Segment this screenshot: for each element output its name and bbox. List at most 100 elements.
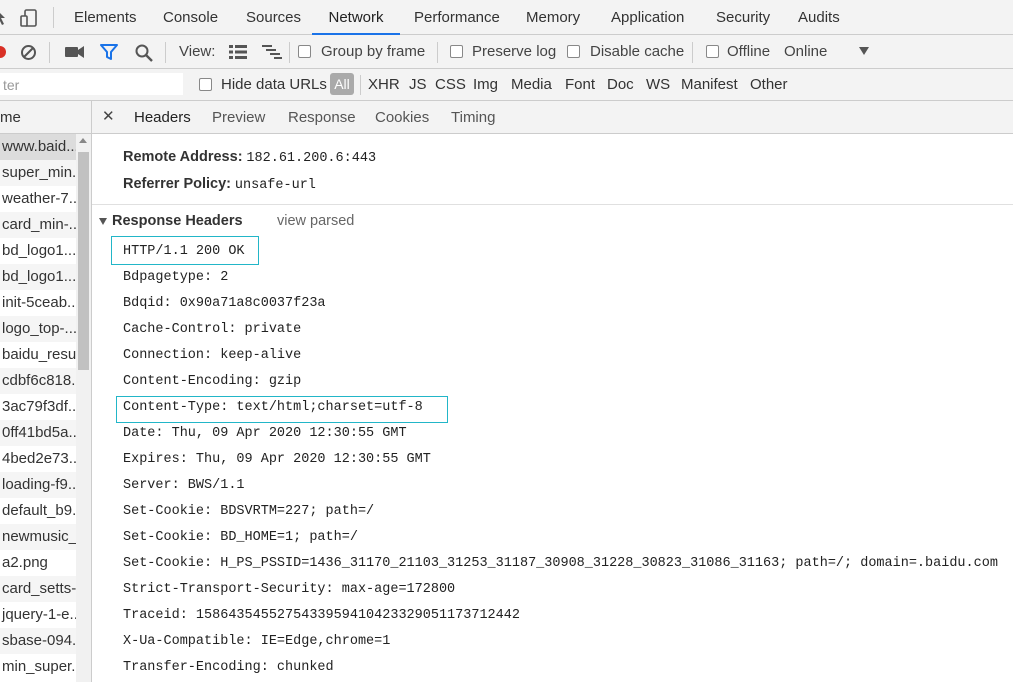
filter-type-media[interactable]: Media <box>511 69 552 101</box>
large-rows-icon[interactable] <box>229 45 247 59</box>
toolbar-divider <box>165 42 166 63</box>
tab-response[interactable]: Response <box>288 101 356 134</box>
list-item[interactable]: card_setts-... <box>0 576 76 602</box>
tab-elements[interactable]: Elements <box>74 0 137 35</box>
response-headers-toggle[interactable]: Response Headers <box>99 213 243 229</box>
list-item[interactable]: card_min-... <box>0 212 76 238</box>
tab-audits[interactable]: Audits <box>798 0 840 35</box>
toolbar-divider <box>692 42 693 63</box>
remote-address-row: Remote Address: 182.61.200.6:443 <box>123 148 376 166</box>
list-item[interactable]: super_min... <box>0 160 76 186</box>
list-item[interactable]: 3ac79f3df... <box>0 394 76 420</box>
list-item[interactable]: default_b9... <box>0 498 76 524</box>
toolbar-divider <box>53 7 54 28</box>
filter-type-other[interactable]: Other <box>750 69 788 101</box>
filter-type-js[interactable]: JS <box>409 69 427 101</box>
list-item[interactable]: newmusic_... <box>0 524 76 550</box>
name-column-header[interactable]: me <box>0 101 92 134</box>
list-item[interactable]: loading-f9... <box>0 472 76 498</box>
group-by-frame-label[interactable]: Group by frame <box>321 35 425 69</box>
list-item[interactable]: 0ff41bd5a... <box>0 420 76 446</box>
header-line: Set-Cookie: BD_HOME=1; path=/ <box>123 530 358 545</box>
screenshot-camera-icon[interactable] <box>65 45 85 59</box>
filter-funnel-icon[interactable] <box>100 44 118 61</box>
filter-type-doc[interactable]: Doc <box>607 69 634 101</box>
list-item[interactable]: cdbf6c818... <box>0 368 76 394</box>
header-line: Bdqid: 0x90a71a8c0037f23a <box>123 296 326 311</box>
list-item[interactable]: weather-7... <box>0 186 76 212</box>
header-line: Strict-Transport-Security: max-age=17280… <box>123 582 456 597</box>
tab-sources[interactable]: Sources <box>246 0 301 35</box>
header-line: Traceid: 1586435455275433959410423329051… <box>123 608 520 623</box>
list-item[interactable]: baidu_resu... <box>0 342 76 368</box>
list-item[interactable]: 4bed2e73... <box>0 446 76 472</box>
header-line: HTTP/1.1 200 OK <box>123 244 245 259</box>
filter-type-xhr[interactable]: XHR <box>368 69 400 101</box>
scroll-up-arrow-icon[interactable] <box>79 138 87 143</box>
view-parsed-link[interactable]: view parsed <box>277 213 354 229</box>
filter-type-font[interactable]: Font <box>565 69 595 101</box>
tab-headers[interactable]: Headers <box>134 101 191 134</box>
tab-network[interactable]: Network <box>312 0 400 35</box>
waterfall-icon[interactable] <box>262 45 282 59</box>
close-icon[interactable]: ✕ <box>102 101 115 134</box>
tab-timing[interactable]: Timing <box>451 101 495 134</box>
header-line: Set-Cookie: H_PS_PSSID=1436_31170_21103_… <box>123 556 998 571</box>
list-scrollbar-thumb[interactable] <box>78 152 89 370</box>
disable-cache-checkbox[interactable] <box>567 45 580 58</box>
list-item[interactable]: sbase-094... <box>0 628 76 654</box>
hide-data-urls-checkbox[interactable] <box>199 78 212 91</box>
filter-type-all[interactable]: All <box>330 73 354 95</box>
header-line: Transfer-Encoding: chunked <box>123 660 334 675</box>
device-toolbar-icon[interactable] <box>19 8 39 28</box>
list-item[interactable]: bd_logo1... <box>0 238 76 264</box>
preserve-log-checkbox[interactable] <box>450 45 463 58</box>
filter-input[interactable]: ter <box>0 73 183 95</box>
header-line: Bdpagetype: 2 <box>123 270 229 285</box>
offline-label[interactable]: Offline <box>727 35 770 69</box>
tab-performance[interactable]: Performance <box>414 0 500 35</box>
list-item[interactable]: bd_logo1... <box>0 264 76 290</box>
filter-type-img[interactable]: Img <box>473 69 498 101</box>
list-item[interactable]: init-5ceab... <box>0 290 76 316</box>
throttling-select[interactable]: Online <box>784 35 827 69</box>
header-line: Connection: keep-alive <box>123 348 302 363</box>
header-line: Date: Thu, 09 Apr 2020 12:30:55 GMT <box>123 426 407 441</box>
header-line: Content-Encoding: gzip <box>123 374 302 389</box>
header-line: Cache-Control: private <box>123 322 302 337</box>
list-item[interactable]: www.baid... <box>0 134 76 160</box>
list-item[interactable]: logo_top-... <box>0 316 76 342</box>
clear-icon[interactable] <box>20 44 37 61</box>
search-icon[interactable] <box>135 44 153 62</box>
referrer-policy-key: Referrer Policy: <box>123 176 231 192</box>
toolbar-divider <box>360 75 361 95</box>
response-headers-title: Response Headers <box>112 213 243 229</box>
network-toolbar: View: Group by frame Preserve log Disabl… <box>0 35 1013 69</box>
offline-checkbox[interactable] <box>706 45 719 58</box>
chevron-down-icon[interactable] <box>859 47 869 55</box>
filter-type-manifest[interactable]: Manifest <box>681 69 738 101</box>
header-line: Expires: Thu, 09 Apr 2020 12:30:55 GMT <box>123 452 431 467</box>
group-by-frame-checkbox[interactable] <box>298 45 311 58</box>
toolbar-divider <box>289 42 290 63</box>
tab-console[interactable]: Console <box>163 0 218 35</box>
filter-type-ws[interactable]: WS <box>646 69 670 101</box>
tab-application[interactable]: Application <box>611 0 684 35</box>
tab-cookies[interactable]: Cookies <box>375 101 429 134</box>
tab-security[interactable]: Security <box>716 0 770 35</box>
panel-tabbar: Elements Console Sources Network Perform… <box>0 0 1013 35</box>
header-line: Content-Type: text/html;charset=utf-8 <box>123 400 423 415</box>
preserve-log-label[interactable]: Preserve log <box>472 35 556 69</box>
disable-cache-label[interactable]: Disable cache <box>590 35 684 69</box>
hide-data-urls-label[interactable]: Hide data URLs <box>221 69 327 101</box>
list-item[interactable]: a2.png <box>0 550 76 576</box>
headers-panel: Remote Address: 182.61.200.6:443 Referre… <box>92 134 1013 682</box>
tab-memory[interactable]: Memory <box>526 0 580 35</box>
list-item[interactable]: min_super... <box>0 654 76 680</box>
toolbar-divider <box>437 42 438 63</box>
filter-type-css[interactable]: CSS <box>435 69 466 101</box>
record-icon[interactable] <box>0 45 6 59</box>
inspect-cursor-icon[interactable] <box>0 9 6 25</box>
list-item[interactable]: jquery-1-e... <box>0 602 76 628</box>
tab-preview[interactable]: Preview <box>212 101 265 134</box>
